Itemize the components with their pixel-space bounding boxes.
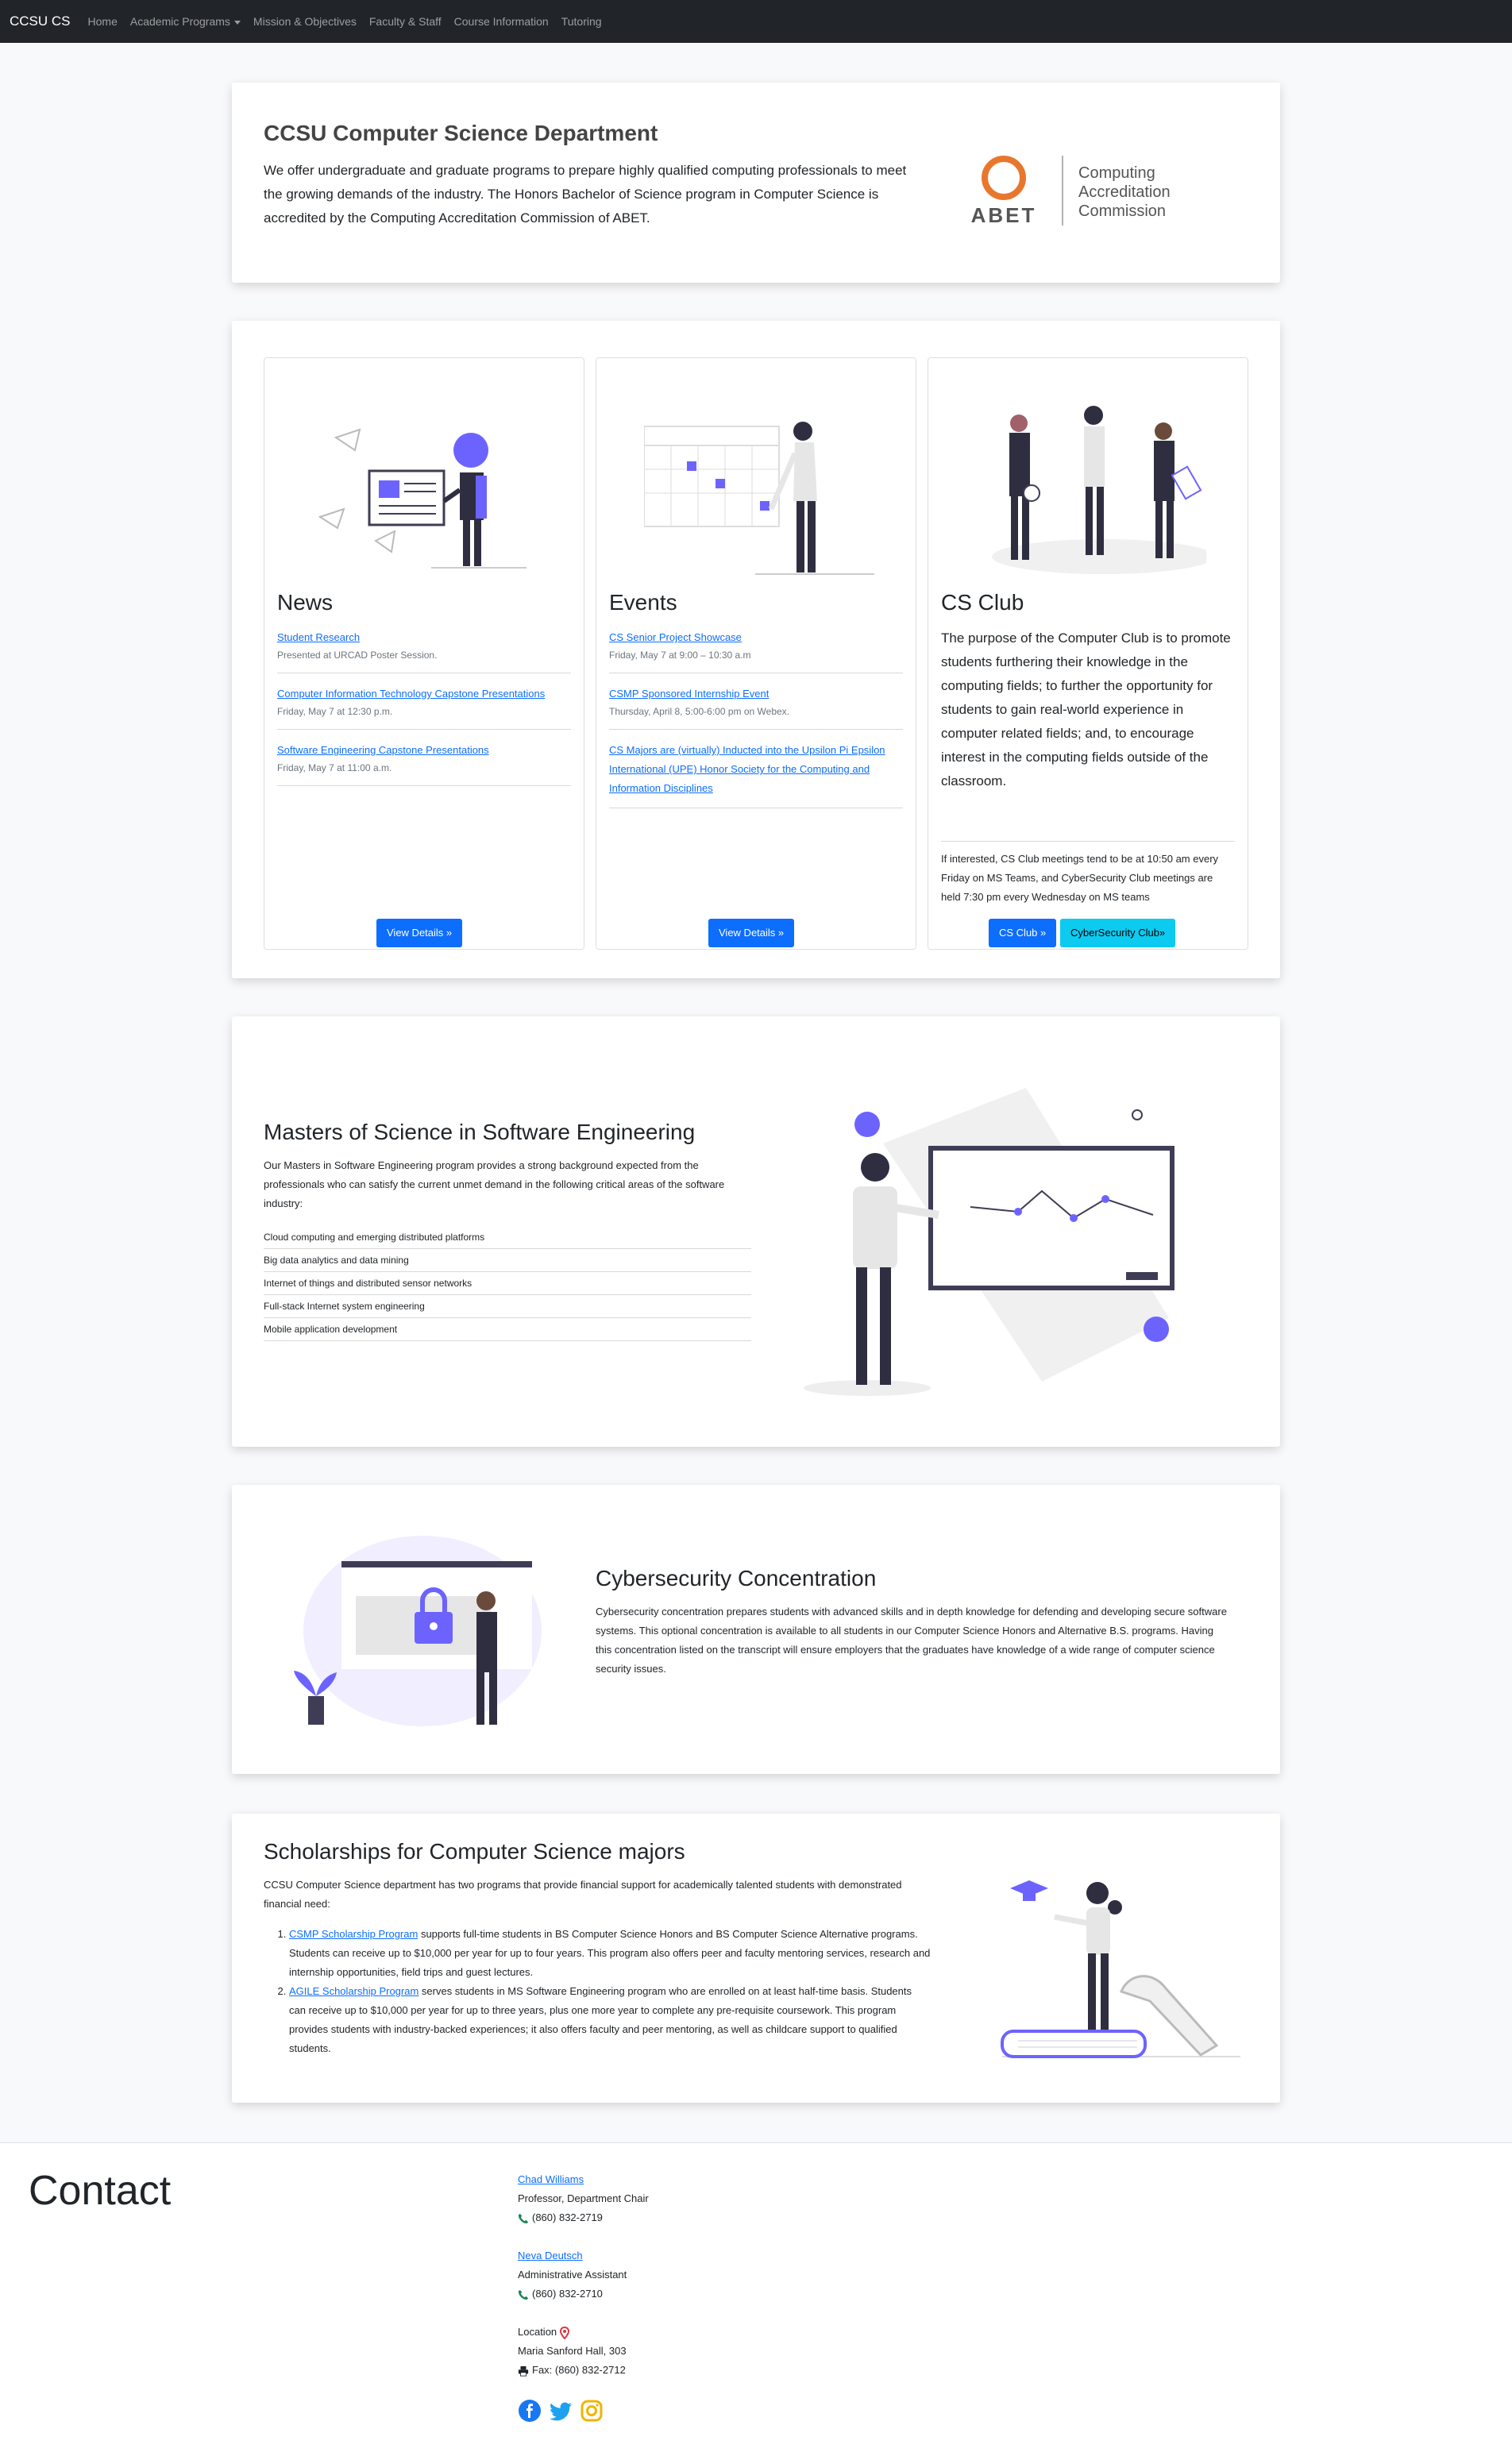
cs-club-button[interactable]: CS Club » (989, 919, 1057, 947)
intro-text: We offer undergraduate and graduate prog… (264, 163, 907, 226)
instagram-icon[interactable] (580, 2399, 604, 2423)
news-card: News Student Research Presented at URCAD… (264, 357, 584, 950)
list-item: Cloud computing and emerging distributed… (264, 1226, 751, 1249)
news-list: Student Research Presented at URCAD Post… (277, 628, 571, 797)
list-item: Internet of things and distributed senso… (264, 1272, 751, 1295)
cybersecurity-club-button[interactable]: CyberSecurity Club» (1060, 919, 1176, 947)
list-item: Software Engineering Capstone Presentati… (277, 741, 571, 786)
news-illustration (318, 428, 526, 569)
list-item: AGILE Scholarship Program serves student… (289, 1982, 931, 2058)
list-item: Student Research Presented at URCAD Post… (277, 628, 571, 673)
news-link[interactable]: Student Research (277, 628, 571, 647)
club-illustration (992, 406, 1206, 574)
abet-logo: ABET Computing Accreditation Commission (971, 156, 1171, 227)
club-title: CS Club (941, 590, 1024, 615)
abet-word: ABET (971, 203, 1037, 227)
mse-areas-list: Cloud computing and emerging distributed… (264, 1226, 751, 1341)
news-link[interactable]: Computer Information Technology Capstone… (277, 684, 571, 704)
list-item: Full-stack Internet system engineering (264, 1295, 751, 1318)
csmp-scholarship-link[interactable]: CSMP Scholarship Program (289, 1928, 418, 1940)
fax-number: Fax: (860) 832-2712 (532, 2364, 626, 2376)
scholarships-section: Scholarships for Computer Science majors… (232, 1814, 1280, 2103)
feature-section: News Student Research Presented at URCAD… (232, 321, 1280, 978)
news-meta: Friday, May 7 at 11:00 a.m. (277, 762, 392, 773)
list-item: Mobile application development (264, 1318, 751, 1341)
phone-number: (860) 832-2719 (532, 2211, 603, 2223)
mse-section: Masters of Science in Software Engineeri… (232, 1016, 1280, 1447)
abet-caption-2: Accreditation (1078, 183, 1171, 201)
list-item: Big data analytics and data mining (264, 1249, 751, 1272)
scholarships-intro: CCSU Computer Science department has two… (264, 1879, 902, 1910)
phone-icon (518, 2213, 529, 2223)
cyber-illustration (294, 1536, 542, 1726)
scholarships-title: Scholarships for Computer Science majors (264, 1839, 685, 1864)
abet-caption-3: Commission (1078, 202, 1166, 220)
abet-caption-1: Computing (1078, 164, 1155, 182)
cyber-section: Cybersecurity Concentration Cybersecurit… (232, 1485, 1280, 1774)
list-item: CS Senior Project Showcase Friday, May 7… (609, 628, 903, 673)
facebook-icon[interactable] (518, 2399, 542, 2423)
list-item: CSMP Sponsored Internship Event Thursday… (609, 684, 903, 730)
nav-tutoring[interactable]: Tutoring (561, 15, 602, 28)
club-card: CS Club The purpose of the Computer Club… (928, 357, 1248, 950)
nav-mission[interactable]: Mission & Objectives (253, 15, 357, 28)
location-text: Maria Sanford Hall, 303 (518, 2345, 627, 2357)
nav-home[interactable]: Home (88, 15, 118, 28)
navbar: CCSU CS Home Academic Programs Mission &… (0, 0, 1512, 43)
list-item: CSMP Scholarship Program supports full-t… (289, 1925, 931, 1982)
nav-course-info[interactable]: Course Information (454, 15, 549, 28)
contact-person: Chad Williams Professor, Department Chai… (518, 2170, 835, 2227)
nav-academic-programs-label: Academic Programs (129, 15, 230, 28)
club-text: The purpose of the Computer Club is to p… (941, 630, 1231, 789)
news-title: News (277, 590, 334, 615)
person-link[interactable]: Chad Williams (518, 2173, 584, 2185)
contact-title: Contact (29, 2168, 172, 2214)
event-link[interactable]: CS Majors are (virtually) Inducted into … (609, 741, 903, 798)
club-note: If interested, CS Club meetings tend to … (941, 841, 1235, 907)
nav-faculty[interactable]: Faculty & Staff (369, 15, 442, 28)
mse-title: Masters of Science in Software Engineeri… (264, 1120, 696, 1144)
scholarships-list: CSMP Scholarship Program supports full-t… (289, 1925, 931, 2058)
contact-section: Contact Chad Williams Professor, Departm… (0, 2142, 1512, 2460)
mse-text: Our Masters in Software Engineering prog… (264, 1159, 725, 1209)
list-item: CS Majors are (virtually) Inducted into … (609, 741, 903, 808)
event-meta: Thursday, April 8, 5:00-6:00 pm on Webex… (609, 706, 790, 717)
printer-icon (518, 2366, 529, 2377)
news-meta: Presented at URCAD Poster Session. (277, 650, 438, 661)
news-meta: Friday, May 7 at 12:30 p.m. (277, 706, 393, 717)
contact-details: Chad Williams Professor, Department Chai… (518, 2170, 835, 2423)
navbar-brand[interactable]: CCSU CS (10, 13, 71, 29)
person-link[interactable]: Neva Deutsch (518, 2250, 583, 2261)
social-links (518, 2399, 835, 2423)
page-title: CCSU Computer Science Department (264, 121, 658, 145)
phone-number: (860) 832-2710 (532, 2288, 603, 2300)
phone-icon (518, 2289, 529, 2300)
chevron-down-icon (233, 20, 241, 25)
contact-location: Location Maria Sanford Hall, 303 Fax: (8… (518, 2323, 835, 2380)
events-illustration (644, 422, 874, 575)
event-meta: Friday, May 7 at 9:00 – 10:30 a.m (609, 650, 751, 661)
intro-section: CCSU Computer Science Department We offe… (232, 83, 1280, 283)
map-pin-icon (559, 2326, 569, 2339)
events-card: Events CS Senior Project Showcase Friday… (596, 357, 916, 950)
news-link[interactable]: Software Engineering Capstone Presentati… (277, 741, 571, 760)
event-link[interactable]: CSMP Sponsored Internship Event (609, 684, 903, 704)
cyber-text: Cybersecurity concentration prepares stu… (596, 1606, 1227, 1675)
contact-person: Neva Deutsch Administrative Assistant (8… (518, 2246, 835, 2304)
person-role: Administrative Assistant (518, 2269, 627, 2281)
agile-scholarship-link[interactable]: AGILE Scholarship Program (289, 1985, 418, 1997)
list-item: Computer Information Technology Capstone… (277, 684, 571, 730)
mse-illustration (804, 1088, 1174, 1396)
person-role: Professor, Department Chair (518, 2192, 649, 2204)
events-list: CS Senior Project Showcase Friday, May 7… (609, 628, 903, 819)
scholarship-illustration (1001, 1880, 1240, 2058)
events-view-details-button[interactable]: View Details » (708, 919, 795, 947)
events-title: Events (609, 590, 677, 615)
twitter-icon[interactable] (548, 2399, 573, 2423)
event-link[interactable]: CS Senior Project Showcase (609, 628, 903, 647)
cyber-title: Cybersecurity Concentration (596, 1566, 877, 1591)
location-label: Location (518, 2326, 557, 2338)
nav-academic-programs[interactable]: Academic Programs (130, 15, 241, 28)
news-view-details-button[interactable]: View Details » (376, 919, 463, 947)
